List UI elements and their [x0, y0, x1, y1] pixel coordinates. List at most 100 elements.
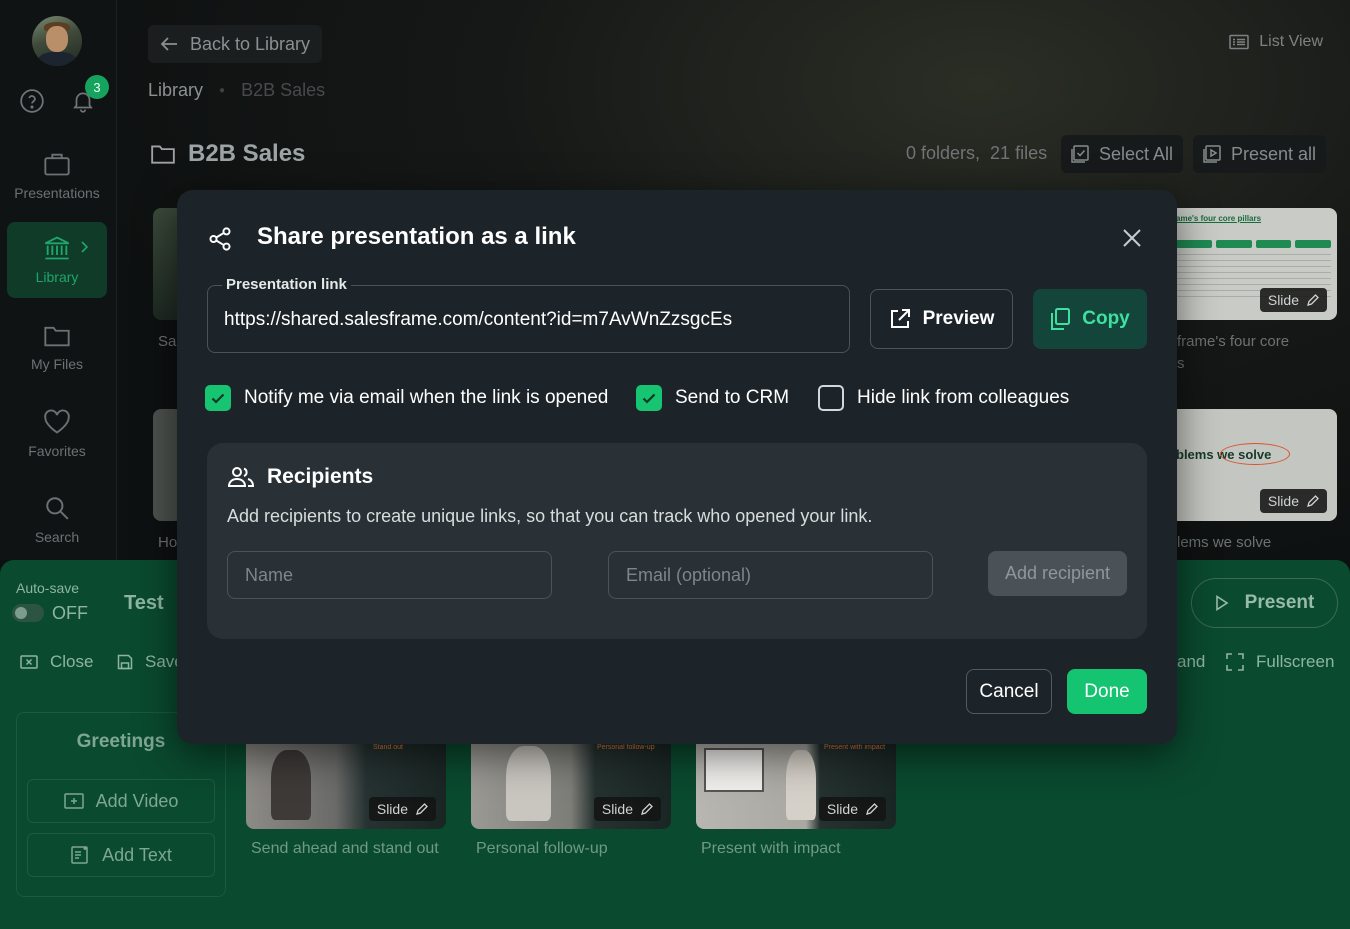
- arrow-left-icon: [160, 36, 178, 52]
- fullscreen-button[interactable]: Fullscreen: [1226, 652, 1334, 672]
- presentation-link-input[interactable]: [224, 306, 834, 334]
- slide-caption: Present with impact: [701, 840, 841, 857]
- autosave-toggle[interactable]: [12, 604, 44, 622]
- recipient-name-input[interactable]: [227, 551, 552, 599]
- back-to-library-button[interactable]: Back to Library: [148, 25, 323, 63]
- copy-label: Copy: [1082, 308, 1130, 329]
- notify-email-label: Notify me via email when the link is ope…: [244, 387, 609, 408]
- sidebar-item-favorites[interactable]: Favorites: [7, 396, 107, 472]
- send-to-crm-checkbox-row[interactable]: Send to CRM: [636, 385, 789, 411]
- library-card-caption: lems we solve: [1177, 534, 1272, 551]
- copy-icon: [1050, 308, 1071, 330]
- slide-overlay-text: Personal follow-up: [597, 744, 655, 751]
- external-link-icon: [889, 308, 911, 330]
- share-icon: [207, 226, 233, 252]
- folder-name: B2B Sales: [188, 140, 306, 167]
- library-card-thumbnail[interactable]: ame's four core pillars Slide: [1170, 208, 1337, 320]
- library-card-thumbnail[interactable]: blems we solve Slide: [1170, 409, 1337, 521]
- breadcrumb-library[interactable]: Library: [148, 80, 203, 101]
- sidebar-item-library[interactable]: Library: [7, 222, 107, 298]
- breadcrumb-current: B2B Sales: [241, 80, 326, 100]
- recipients-description: Add recipients to create unique links, s…: [227, 506, 873, 526]
- share-link-dialog: Share presentation as a link Presentatio…: [177, 190, 1177, 744]
- checkbox-checked[interactable]: [636, 385, 662, 411]
- cancel-button[interactable]: Cancel: [966, 669, 1052, 714]
- add-video-label: Add Video: [95, 790, 179, 811]
- pencil-icon: [1307, 495, 1319, 507]
- present-all-button[interactable]: Present all: [1193, 135, 1327, 173]
- notify-email-checkbox-row[interactable]: Notify me via email when the link is ope…: [205, 385, 608, 411]
- expand-label: and: [1177, 652, 1206, 671]
- add-video-icon: [63, 792, 84, 810]
- sidebar-item-search[interactable]: Search: [7, 482, 107, 558]
- slide-badge[interactable]: Slide: [1259, 489, 1327, 513]
- slide-badge-label: Slide: [376, 801, 408, 817]
- play-icon: [1215, 595, 1229, 611]
- add-recipient-button[interactable]: Add recipient: [988, 551, 1127, 596]
- presentation-link-label: Presentation link: [222, 276, 351, 293]
- sidebar-item-label: Presentations: [14, 185, 100, 201]
- back-label: Back to Library: [190, 33, 311, 54]
- search-icon: [44, 495, 70, 521]
- checkbox-checked[interactable]: [205, 385, 231, 411]
- recipients-panel: Recipients Add recipients to create uniq…: [207, 443, 1147, 639]
- sidebar-item-my-files[interactable]: My Files: [7, 310, 107, 386]
- preview-button[interactable]: Preview: [870, 289, 1013, 349]
- presentation-title[interactable]: Test: [124, 592, 164, 615]
- slide-thumbnail[interactable]: Present with impact Slide: [696, 740, 896, 829]
- checkbox-unchecked[interactable]: [818, 385, 844, 411]
- preview-label: Preview: [922, 308, 995, 329]
- close-button[interactable]: Close: [20, 652, 93, 672]
- add-text-icon: [70, 846, 90, 864]
- folder-icon: [43, 324, 71, 348]
- autosave-label: Auto-save: [16, 580, 80, 596]
- add-text-label: Add Text: [102, 844, 172, 865]
- slide-badge[interactable]: Slide: [818, 797, 886, 821]
- close-icon[interactable]: [1121, 227, 1143, 249]
- add-text-button[interactable]: Add Text: [27, 833, 215, 877]
- list-view-toggle[interactable]: List View: [1229, 33, 1323, 51]
- close-box-icon: [20, 654, 38, 670]
- select-all-button[interactable]: Select All: [1061, 135, 1184, 173]
- slide-overlay-text: Stand out: [373, 744, 403, 751]
- hide-link-checkbox-row[interactable]: Hide link from colleagues: [818, 385, 1069, 411]
- sidebar-item-presentations[interactable]: Presentations: [7, 138, 107, 214]
- presentation-link-field: Presentation link: [207, 276, 850, 353]
- pencil-icon: [1307, 294, 1319, 306]
- user-avatar[interactable]: [32, 16, 82, 66]
- slide-badge[interactable]: Slide: [1259, 288, 1327, 312]
- add-video-button[interactable]: Add Video: [27, 779, 215, 823]
- fullscreen-label: Fullscreen: [1256, 652, 1335, 671]
- slide-overlay-text: Present with impact: [824, 744, 886, 751]
- pencil-icon: [866, 803, 878, 815]
- hide-link-label: Hide link from colleagues: [857, 387, 1070, 408]
- checkbox-multi-icon: [1071, 145, 1089, 163]
- recipients-header: Recipients: [227, 465, 373, 489]
- slide-thumbnail[interactable]: Stand out Slide: [246, 740, 446, 829]
- slide-badge[interactable]: Slide: [368, 797, 436, 821]
- slide-badge-label: Slide: [826, 801, 858, 817]
- save-button[interactable]: Save: [117, 652, 184, 672]
- done-button[interactable]: Done: [1067, 669, 1147, 714]
- help-icon[interactable]: [19, 88, 45, 114]
- send-to-crm-label: Send to CRM: [675, 387, 790, 408]
- save-icon: [117, 654, 133, 670]
- sidebar-item-label: My Files: [30, 356, 84, 372]
- sidebar: 3 Presentations Library My Files Favorit…: [0, 0, 117, 560]
- expand-button[interactable]: and: [1177, 652, 1205, 672]
- slide-caption: Send ahead and stand out: [251, 840, 439, 857]
- recipient-email-input[interactable]: [608, 551, 933, 599]
- briefcase-icon: [43, 151, 71, 177]
- autosave-state: OFF: [52, 603, 88, 623]
- sidebar-item-label: Search: [34, 529, 80, 545]
- present-button[interactable]: Present: [1191, 578, 1338, 628]
- slide-thumbnail[interactable]: Personal follow-up Slide: [471, 740, 671, 829]
- slide-badge[interactable]: Slide: [593, 797, 661, 821]
- present-all-label: Present all: [1231, 143, 1317, 164]
- copy-button[interactable]: Copy: [1033, 289, 1147, 349]
- list-view-label: List View: [1259, 33, 1323, 50]
- list-icon: [1229, 34, 1250, 50]
- users-icon: [227, 466, 255, 488]
- heart-icon: [43, 409, 71, 435]
- present-multi-icon: [1203, 145, 1221, 163]
